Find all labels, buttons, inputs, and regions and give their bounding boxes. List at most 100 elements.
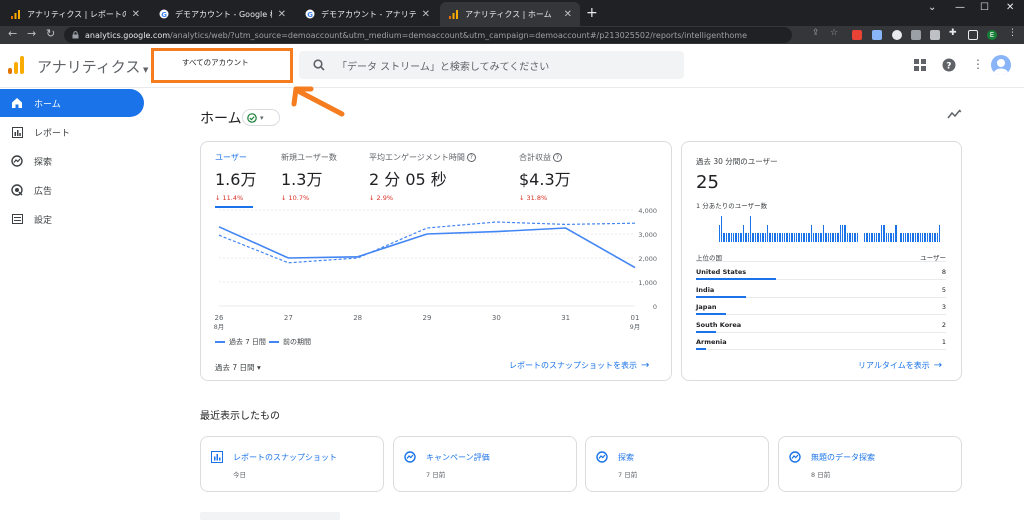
minimize-icon[interactable]: — — [955, 2, 965, 13]
per-minute-bar — [800, 233, 803, 242]
pocket-extension-icon[interactable] — [852, 30, 862, 40]
series-line-previous — [218, 221, 636, 264]
country-row[interactable]: United States 8 — [696, 268, 946, 285]
google-icon: G — [304, 9, 315, 20]
insights-icon[interactable]: ✦ — [947, 108, 963, 120]
apps-grid-icon[interactable] — [914, 59, 926, 71]
recent-item[interactable]: キャンペーン評価 7 日前 — [393, 436, 577, 492]
legend-dashed-swatch — [269, 341, 279, 343]
share-icon[interactable]: ⇪ — [812, 28, 822, 38]
x-month-label: 8月 — [214, 323, 225, 331]
browser-tab-2[interactable]: G デモアカウント - Google 検索 ✕ — [150, 2, 294, 26]
metric-value: 2 分 05 秒 — [369, 170, 447, 189]
users-line-chart: 4,000 3,000 2,000 1,000 0 268月 27 28 29 30 31 019月 — [214, 207, 657, 331]
tab-title: デモアカウント - アナリティクス ヘルプ — [321, 9, 416, 19]
profile-avatar[interactable]: E — [987, 30, 997, 40]
close-icon[interactable]: ✕ — [564, 9, 572, 20]
recent-item-title: 探索 — [618, 453, 634, 462]
analytics-logo[interactable] — [8, 56, 24, 74]
url-field[interactable]: analytics.google.com/analytics/web/?utm_… — [64, 27, 792, 43]
x-tick-label: 27 — [284, 314, 293, 322]
extension-icon[interactable] — [892, 30, 902, 40]
country-bar — [696, 278, 776, 280]
sidebar-item-explore[interactable]: 探索 — [0, 147, 144, 175]
y-tick-label: 4,000 — [638, 207, 657, 215]
per-minute-bar — [754, 233, 757, 242]
browser-tab-3[interactable]: G デモアカウント - アナリティクス ヘルプ ✕ — [296, 2, 438, 26]
more-vert-icon[interactable]: ⋮ — [972, 57, 984, 71]
settings-icon — [10, 212, 24, 226]
sidebar-item-label: 探索 — [34, 157, 53, 168]
account-selector[interactable]: すべてのアカウント — [151, 48, 293, 83]
extension-icon[interactable] — [930, 30, 940, 40]
country-count: 8 — [941, 268, 946, 276]
explore-icon — [404, 451, 416, 463]
close-icon[interactable]: ✕ — [422, 9, 430, 20]
back-icon[interactable]: ← — [8, 27, 17, 40]
per-minute-bar — [846, 233, 849, 242]
puzzle-icon[interactable]: ✚ — [949, 28, 959, 38]
recent-item[interactable]: 無題のデータ探索 8 日前 — [778, 436, 962, 492]
realtime-title: 過去 30 分間のユーザー — [696, 157, 778, 166]
metric-engagement-time[interactable]: 平均エンゲージメント時間? 2 分 05 秒 ↓ 2.9% — [369, 152, 476, 204]
per-minute-bar — [771, 233, 774, 242]
view-snapshot-link[interactable]: レポートのスナップショットを表示 → — [509, 360, 649, 371]
close-icon[interactable]: ✕ — [132, 9, 140, 20]
ga-header: アナリティクス ▼ すべてのアカウント 「データ ストリーム」と検索してみてくだ… — [0, 44, 1024, 88]
report-snapshot-icon — [211, 451, 223, 463]
extension-icon[interactable] — [911, 30, 921, 40]
sidebar-item-advertising[interactable]: 広告 — [0, 176, 144, 204]
country-bar — [696, 348, 706, 350]
per-minute-bar — [766, 224, 769, 242]
close-window-icon[interactable]: ✕ — [1006, 2, 1014, 13]
recent-item-date: 7 日前 — [426, 471, 446, 479]
metric-users[interactable]: ユーザー 1.6万 ↓ 11.4% — [215, 152, 256, 208]
per-minute-bar — [788, 233, 791, 242]
legend-solid-swatch — [215, 341, 225, 343]
metric-value: 1.3万 — [281, 170, 323, 189]
date-range-selector[interactable]: 過去 7 日間 ▾ — [215, 362, 261, 373]
view-realtime-link[interactable]: リアルタイムを表示 → — [858, 360, 942, 371]
sidebar-item-reports[interactable]: レポート — [0, 118, 144, 146]
metric-new-users[interactable]: 新規ユーザー数 1.3万 ↓ 10.7% — [281, 152, 337, 204]
recent-item-date: 今日 — [233, 471, 246, 479]
search-bar[interactable]: 「データ ストリーム」と検索してみてください — [299, 51, 684, 79]
help-icon[interactable]: ? — [942, 58, 956, 72]
country-row[interactable]: India 5 — [696, 286, 946, 303]
recent-item[interactable]: レポートのスナップショット 今日 — [200, 436, 384, 492]
country-row[interactable]: Japan 3 — [696, 303, 946, 320]
per-minute-bar — [759, 233, 762, 242]
maximize-icon[interactable]: ☐ — [980, 2, 989, 13]
advertising-icon — [10, 183, 24, 197]
sidebar-item-settings[interactable]: 設定 — [0, 205, 144, 233]
forward-icon[interactable]: → — [27, 27, 36, 40]
country-count: 5 — [941, 285, 946, 294]
per-minute-bar — [805, 233, 808, 242]
extension-icon[interactable] — [872, 30, 882, 40]
country-row[interactable]: Armenia 1 — [696, 338, 946, 355]
account-avatar[interactable] — [991, 55, 1011, 75]
home-icon — [10, 96, 24, 110]
per-minute-bar — [817, 233, 820, 242]
per-minute-bar — [878, 233, 880, 242]
bookmark-star-icon[interactable]: ☆ — [830, 28, 840, 38]
new-tab-button[interactable]: + — [586, 5, 598, 21]
browser-tab-active[interactable]: アナリティクス | ホーム ✕ — [440, 2, 580, 26]
menu-icon[interactable]: ⋮ — [1008, 28, 1018, 38]
help-icon[interactable]: ? — [553, 153, 562, 162]
browser-tab-1[interactable]: アナリティクス | レポートのスナップショット ✕ — [2, 2, 148, 26]
per-minute-bar — [808, 233, 810, 242]
help-icon[interactable]: ? — [466, 153, 476, 162]
recent-item[interactable]: 探索 7 日前 — [585, 436, 769, 492]
sidebar-item-home[interactable]: ホーム — [0, 89, 144, 117]
caret-down-icon[interactable]: ▼ — [143, 66, 148, 74]
country-row[interactable]: South Korea 2 — [696, 321, 946, 338]
close-icon[interactable]: ✕ — [278, 9, 286, 20]
chevron-down-icon[interactable]: ⌄ — [928, 2, 936, 13]
next-section-heading-cutoff — [200, 512, 340, 520]
reload-icon[interactable]: ↻ — [46, 27, 55, 40]
metric-total-revenue[interactable]: 合計収益? $4.3万 ↓ 31.8% — [519, 152, 571, 204]
data-status-chip[interactable]: ▾ — [242, 109, 280, 126]
sidepanel-icon[interactable] — [968, 30, 978, 40]
per-minute-bar — [905, 233, 907, 242]
